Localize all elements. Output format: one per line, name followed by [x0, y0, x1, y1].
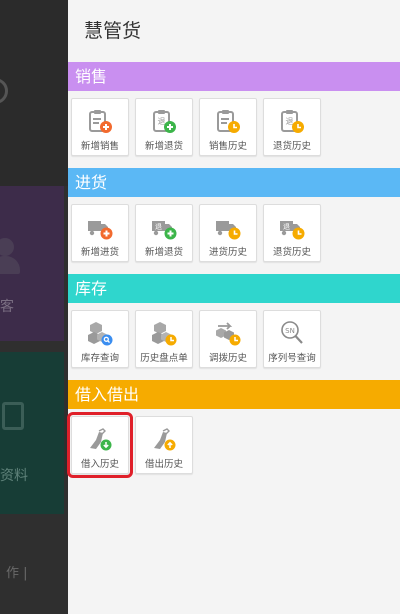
navigation-drawer: 慧管货 销售 新增销售 退 新增退货 销售历史 退 退货历史 进货 新增进货 退… [67, 0, 400, 614]
serial-number-query-button[interactable]: SN 序列号查询 [263, 310, 321, 368]
person-icon [0, 238, 20, 274]
borrow-in-history-button[interactable]: 借入历史 [67, 412, 133, 478]
tile-label: 新增退货 [144, 247, 183, 258]
purchase-history-button[interactable]: 进货历史 [199, 204, 257, 262]
return-history-icon: 退 [281, 110, 304, 133]
borrow-out-icon [154, 428, 176, 451]
section-body-inventory: 库存查询 历史盘点单 调拨历史 SN 序列号查询 [68, 303, 400, 380]
tile-label: 借出历史 [144, 459, 183, 470]
clipboard-history-icon [217, 110, 240, 133]
svg-text:退: 退 [158, 117, 166, 126]
truck-history-icon [216, 221, 241, 240]
section-header-inventory: 库存 [68, 274, 400, 303]
tile-label: 退货历史 [272, 247, 311, 258]
section-header-borrow-lend: 借入借出 [68, 380, 400, 409]
background-app: 客 资料 作 | [0, 0, 68, 614]
tile-label: 进货历史 [208, 247, 247, 258]
section-body-borrow-lend: 借入历史 借出历史 [67, 409, 400, 486]
section-sales: 销售 新增销售 退 新增退货 销售历史 退 退货历史 [68, 62, 400, 168]
tile-label: 库存查询 [80, 353, 119, 364]
new-purchase-return-button[interactable]: 退 新增退货 [135, 204, 193, 262]
tile-label: 借入历史 [80, 459, 119, 470]
background-card-label: 资料 [0, 468, 28, 484]
tile-label: 新增销售 [80, 141, 119, 152]
svg-text:退: 退 [283, 222, 290, 231]
section-body-sales: 新增销售 退 新增退货 销售历史 退 退货历史 [68, 91, 400, 168]
boxes-history-icon [152, 322, 177, 346]
return-add-icon: 退 [153, 110, 176, 133]
section-borrow-lend: 借入借出 借入历史 借出历史 [67, 380, 400, 486]
section-header-purchase: 进货 [68, 168, 400, 197]
tile-label: 历史盘点单 [140, 353, 188, 364]
transfer-history-button[interactable]: 调拨历史 [199, 310, 257, 368]
new-purchase-button[interactable]: 新增进货 [71, 204, 129, 262]
section-body-purchase: 新增进货 退 新增退货 进货历史 退 退货历史 [68, 197, 400, 274]
new-sales-return-button[interactable]: 退 新增退货 [135, 98, 193, 156]
section-purchase: 进货 新增进货 退 新增退货 进货历史 退 退货历史 [68, 168, 400, 274]
background-card-data [0, 352, 64, 514]
tile-label: 序列号查询 [268, 353, 316, 364]
background-footer-text: 作 | [6, 566, 28, 581]
new-sale-button[interactable]: 新增销售 [71, 98, 129, 156]
lend-out-history-button[interactable]: 借出历史 [135, 416, 193, 474]
sales-history-button[interactable]: 销售历史 [199, 98, 257, 156]
boxes-search-icon [88, 322, 113, 346]
serial-search-icon: SN [281, 321, 303, 344]
tile-label: 新增退货 [144, 141, 183, 152]
purchase-return-history-button[interactable]: 退 退货历史 [263, 204, 321, 262]
tile-label: 销售历史 [208, 141, 247, 152]
truck-return-history-icon: 退 [280, 221, 305, 240]
tile-label: 退货历史 [272, 141, 311, 152]
stocktake-history-button[interactable]: 历史盘点单 [135, 310, 193, 368]
sales-return-history-button[interactable]: 退 退货历史 [263, 98, 321, 156]
drawer-title: 慧管货 [84, 20, 142, 42]
transfer-history-icon [216, 322, 241, 346]
svg-text:退: 退 [286, 117, 294, 126]
truck-add-icon [88, 221, 113, 240]
svg-text:退: 退 [155, 222, 162, 231]
section-inventory: 库存 库存查询 历史盘点单 调拨历史 SN 序列号查询 [68, 274, 400, 380]
section-header-sales: 销售 [68, 62, 400, 91]
clipboard-add-icon [89, 110, 112, 133]
borrow-in-icon [90, 428, 112, 451]
inventory-query-button[interactable]: 库存查询 [71, 310, 129, 368]
background-header [0, 0, 68, 186]
background-card-label: 客 [0, 299, 14, 315]
tile-label: 新增进货 [80, 247, 119, 258]
document-icon [2, 402, 24, 430]
truck-return-add-icon: 退 [152, 221, 177, 240]
tile-label: 调拨历史 [208, 353, 247, 364]
svg-text:SN: SN [285, 327, 295, 335]
